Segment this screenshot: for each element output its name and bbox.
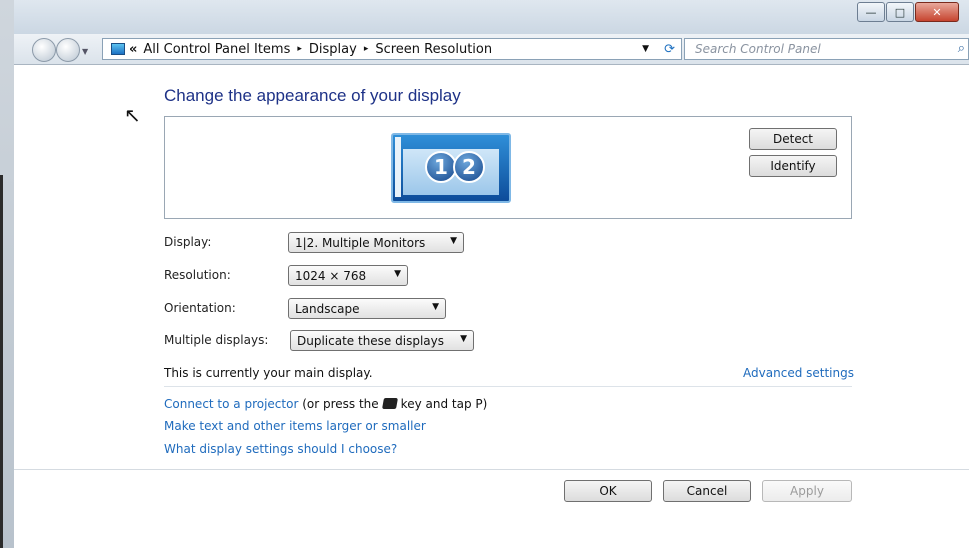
chevron-down-icon: ▼ [432,302,439,312]
minimize-button[interactable]: — [857,2,885,22]
breadcrumb-all-control-panel-items[interactable]: All Control Panel Items [143,42,290,57]
breadcrumb-display[interactable]: Display [309,42,357,57]
orientation-select[interactable]: Landscape ▼ [288,298,446,319]
monitor-bezel [395,137,401,197]
chevron-down-icon: ▼ [394,269,401,279]
mouse-pointer-icon: ↖ [124,103,141,127]
window-controls: — □ ✕ [856,2,959,22]
resolution-label: Resolution: [164,268,231,282]
navigation-bar: ▼ « All Control Panel Items ▸ Display ▸ … [14,34,969,65]
search-box[interactable]: Search Control Panel ⌕ [684,38,969,60]
resolution-select[interactable]: 1024 × 768 ▼ [288,265,408,286]
back-arrow-icon[interactable] [32,38,56,62]
breadcrumb-separator[interactable]: ▸ [364,44,369,54]
text-size-link[interactable]: Make text and other items larger or smal… [164,419,426,433]
apply-button[interactable]: Apply [762,480,852,502]
address-dropdown-icon[interactable]: ▼ [642,44,649,54]
close-button[interactable]: ✕ [915,2,959,22]
display-help-link[interactable]: What display settings should I choose? [164,442,397,456]
multiple-displays-select-value: Duplicate these displays [297,333,444,348]
multiple-displays-label: Multiple displays: [164,333,269,347]
projector-line: Connect to a projector (or press the key … [164,397,487,411]
connect-projector-link[interactable]: Connect to a projector [164,397,298,411]
projector-hint-text-end: key and tap P) [400,397,488,411]
forward-arrow-icon[interactable] [56,38,80,62]
footer-divider [14,469,969,470]
multiple-displays-select[interactable]: Duplicate these displays ▼ [290,330,474,351]
window-left-edge [0,0,14,548]
advanced-settings-link[interactable]: Advanced settings [743,366,854,380]
display-label: Display: [164,235,212,249]
cancel-button[interactable]: Cancel [663,480,751,502]
page-title: Change the appearance of your display [164,86,461,105]
main-display-status: This is currently your main display. [164,366,373,380]
breadcrumb-separator[interactable]: ▸ [297,44,302,54]
ok-button[interactable]: OK [564,480,652,502]
control-panel-icon [111,43,125,55]
identify-button[interactable]: Identify [749,155,837,177]
chevron-down-icon: ▼ [450,236,457,246]
recent-pages-dropdown-icon[interactable]: ▼ [82,47,88,56]
address-bar[interactable]: « All Control Panel Items ▸ Display ▸ Sc… [102,38,682,60]
section-divider [164,386,852,387]
title-bar: — □ ✕ [14,0,969,34]
window-left-shadow [0,175,3,548]
breadcrumb-overflow-chevron[interactable]: « [129,42,137,57]
chevron-down-icon: ▼ [460,334,467,344]
breadcrumb-screen-resolution[interactable]: Screen Resolution [375,42,492,57]
projector-hint-text: (or press the [298,397,379,411]
monitor-icon[interactable]: 1 2 [391,133,511,203]
display-preview-area: 1 2 Detect Identify [164,116,852,219]
windows-logo-icon [381,398,398,409]
resolution-select-value: 1024 × 768 [295,268,367,283]
display-select-value: 1|2. Multiple Monitors [295,235,426,250]
detect-button[interactable]: Detect [749,128,837,150]
search-input[interactable]: Search Control Panel [695,42,821,56]
orientation-label: Orientation: [164,301,236,315]
maximize-button[interactable]: □ [886,2,914,22]
magnifier-icon[interactable]: ⌕ [958,41,965,56]
orientation-select-value: Landscape [295,301,360,316]
display-select[interactable]: 1|2. Multiple Monitors ▼ [288,232,464,253]
screen-resolution-window: — □ ✕ ▼ « All Control Panel Items ▸ Disp… [0,0,969,548]
monitor-number-badge: 2 [453,151,485,183]
refresh-icon[interactable]: ⟳ [664,42,675,57]
